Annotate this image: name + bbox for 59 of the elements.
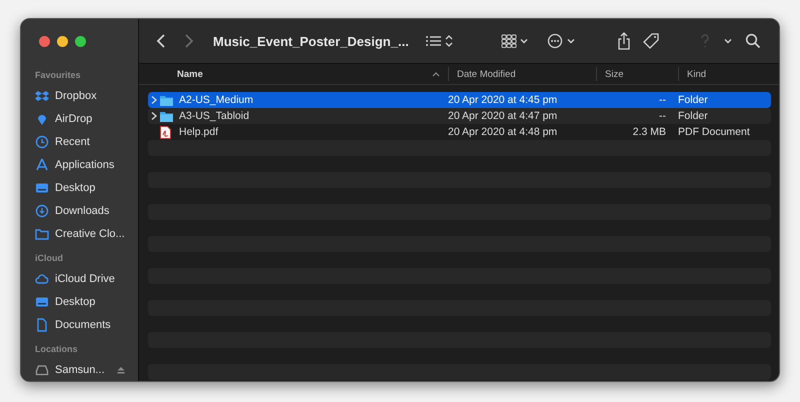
display-icon (35, 180, 49, 194)
file-kind: Folder (677, 94, 709, 106)
box-icon (35, 88, 49, 102)
document-icon (35, 318, 49, 332)
forward-icon[interactable] (183, 33, 195, 49)
clock-icon (35, 134, 49, 148)
drive-icon (35, 362, 49, 376)
section-heading: iCloud (34, 252, 64, 265)
sidebar-item[interactable]: Desktop (21, 176, 138, 199)
folder-icon (160, 94, 173, 106)
sidebar-item[interactable]: Samsun... (21, 358, 138, 381)
tag-icon[interactable] (643, 32, 661, 50)
date-modified: 20 Apr 2020 at 4:47 pm (448, 110, 558, 122)
file-row[interactable]: A3-US_Tabloid 20 Apr 2020 at 4:47 pm -- Folder (148, 108, 771, 124)
section-heading: Locations (34, 343, 79, 356)
sidebar-item[interactable]: Creative Clo... (21, 222, 138, 245)
sidebar-item[interactable]: Dropbox (21, 84, 138, 107)
section-heading: Favourites (34, 69, 82, 82)
sidebar-item[interactable]: Downloads (21, 199, 138, 222)
file-name: Help.pdf (178, 126, 220, 138)
column-heading[interactable]: Name (139, 67, 448, 81)
column-heading[interactable]: Date Modified (448, 67, 596, 81)
column-heading[interactable]: Size (596, 67, 678, 81)
minimize-button[interactable] (57, 36, 68, 47)
download-icon (35, 204, 49, 218)
sidebar-item[interactable]: Recent (21, 130, 138, 153)
sidebar-item[interactable]: iCloud Drive (21, 267, 138, 290)
app-icon (35, 158, 49, 172)
close-button[interactable] (39, 36, 50, 47)
date-modified: 20 Apr 2020 at 4:48 pm (448, 126, 558, 138)
file-size: -- (658, 110, 666, 122)
sidebar-item[interactable]: Desktop (21, 290, 138, 313)
file-row[interactable]: A2-US_Medium 20 Apr 2020 at 4:45 pm -- Folder (148, 92, 771, 108)
pdf-file-icon (160, 126, 171, 138)
cloud-icon (35, 272, 49, 286)
sort-indicator-icon[interactable] (432, 71, 440, 77)
zoom-button[interactable] (75, 36, 86, 47)
more-icon[interactable] (547, 33, 577, 49)
window-title: Music_Event_Poster_Design_... (213, 34, 410, 48)
folder-icon (160, 110, 173, 122)
grid-view-icon[interactable] (501, 33, 529, 49)
folder-icon (35, 226, 49, 240)
file-kind: Folder (677, 110, 709, 122)
file-kind: PDF Document (677, 126, 751, 138)
list-view-icon[interactable] (425, 33, 455, 49)
search-icon[interactable] (745, 33, 761, 49)
sidebar-item[interactable]: Documents (21, 313, 138, 336)
file-size: -- (658, 94, 666, 106)
date-modified: 20 Apr 2020 at 4:45 pm (448, 94, 558, 106)
back-icon[interactable] (155, 33, 167, 49)
share-icon[interactable] (617, 32, 631, 50)
sidebar-item[interactable]: Applications (21, 153, 138, 176)
file-name: A3-US_Tabloid (178, 110, 250, 122)
display-icon (35, 294, 49, 308)
eject-icon[interactable] (116, 366, 125, 374)
file-name: A2-US_Medium (178, 94, 254, 106)
sidebar-item[interactable]: AirDrop (21, 107, 138, 130)
column-heading[interactable]: Kind (678, 67, 779, 81)
file-size: 2.3 MB (632, 126, 666, 138)
